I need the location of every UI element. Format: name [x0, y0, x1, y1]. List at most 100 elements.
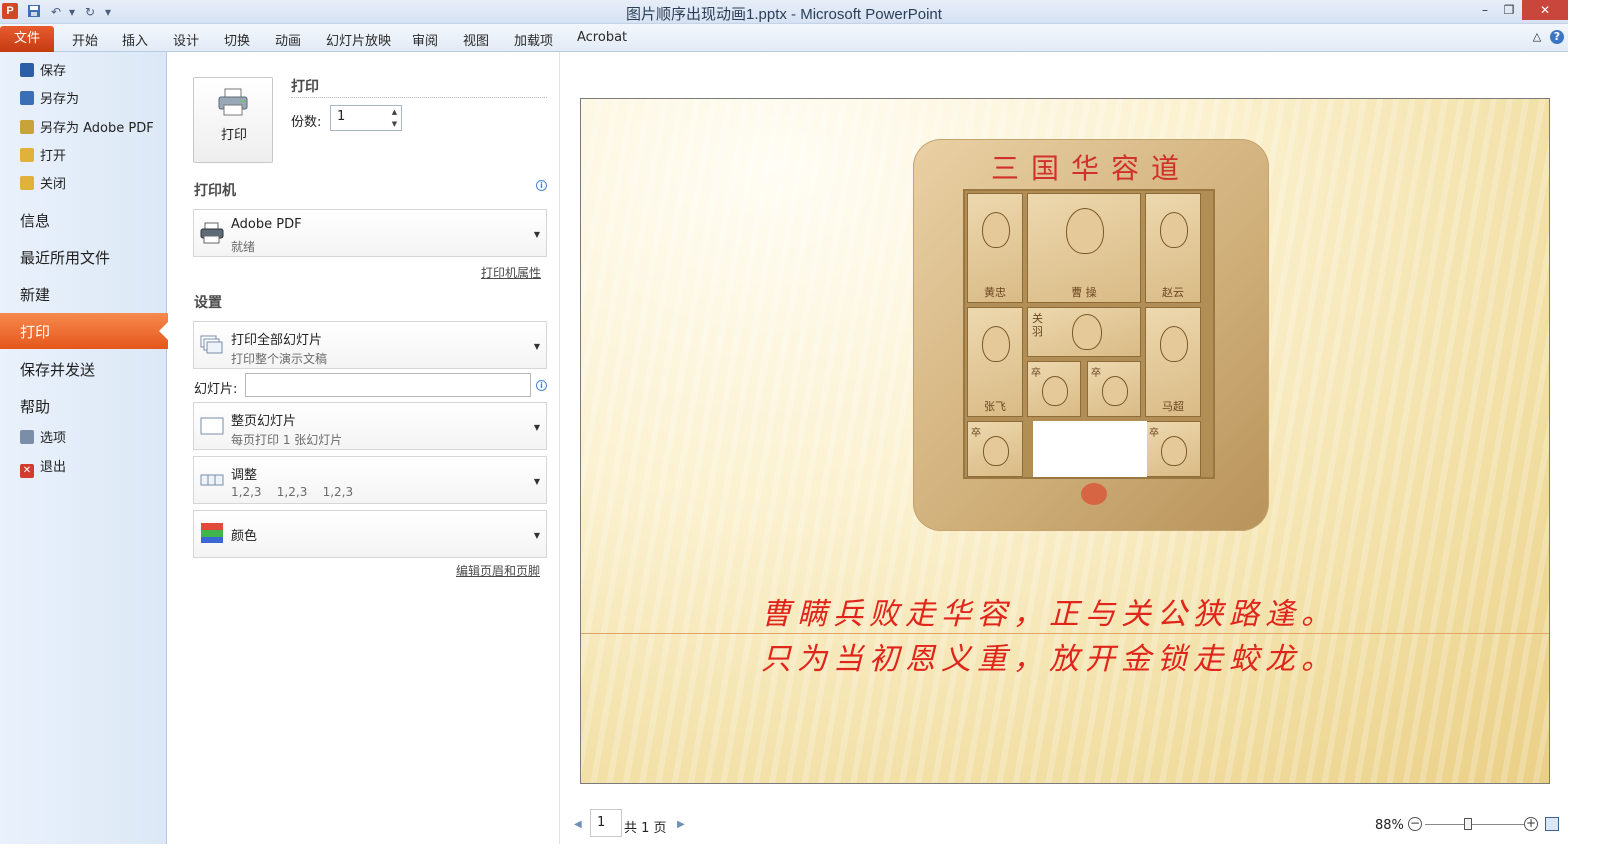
fit-to-window-icon[interactable]: [1545, 817, 1559, 831]
nav-item-label: 保存: [40, 64, 67, 79]
slide-preview: 三国华容道 黄忠 曹 操 赵云 张飞 关羽 马超 卒 卒 卒 卒 曹瞒兵败走华容…: [580, 98, 1550, 784]
edit-header-footer-link[interactable]: 编辑页眉和页脚: [456, 562, 540, 579]
piece-soldier: 卒: [1145, 421, 1201, 477]
nav-item-help[interactable]: 帮助: [20, 396, 50, 417]
nav-item-close[interactable]: 关闭: [20, 175, 66, 195]
print-preview: 三国华容道 黄忠 曹 操 赵云 张飞 关羽 马超 卒 卒 卒 卒 曹瞒兵败走华容…: [560, 52, 1568, 844]
tab-file[interactable]: 文件: [0, 26, 54, 52]
layout-dropdown[interactable]: 整页幻灯片 每页打印 1 张幻灯片 ▼: [193, 402, 547, 450]
tab-animations[interactable]: 动画: [275, 30, 301, 49]
print-range-dropdown[interactable]: 打印全部幻灯片 打印整个演示文稿 ▼: [193, 321, 547, 369]
zoom-slider[interactable]: [1425, 824, 1525, 825]
adobe-pdf-icon: [20, 120, 34, 134]
slides-input[interactable]: [245, 373, 531, 397]
printer-status: 就绪: [231, 240, 256, 254]
nav-item-new[interactable]: 新建: [20, 284, 50, 305]
title-bar: P ↶ ▾ ↻ ▾ 图片顺序出现动画1.pptx - Microsoft Pow…: [0, 0, 1568, 24]
previous-page-icon[interactable]: ◀: [574, 819, 582, 830]
piece-label: 张飞: [984, 400, 1006, 413]
print-range-sub: 打印整个演示文稿: [231, 352, 328, 366]
print-settings-panel: 打印 打印 份数: 1 ▲ ▼ 打印机 i Adobe PDF 就绪 ▼ 打印机属…: [168, 52, 560, 844]
ribbon-tab-bar: 文件 开始 插入 设计 切换 动画 幻灯片放映 审阅 视图 加载项 Acroba…: [0, 24, 1568, 52]
piece-huangzhong: 黄忠: [967, 193, 1023, 303]
collate-main: 调整: [231, 468, 258, 483]
zoom-out-icon[interactable]: −: [1408, 817, 1422, 831]
print-button-label: 打印: [220, 128, 247, 143]
info-icon[interactable]: i: [536, 180, 547, 191]
puzzle-board: 黄忠 曹 操 赵云 张飞 关羽 马超 卒 卒 卒 卒: [963, 189, 1215, 479]
help-icon[interactable]: ?: [1550, 30, 1564, 44]
color-dropdown[interactable]: 颜色 ▼: [193, 510, 547, 558]
next-page-icon[interactable]: ▶: [677, 819, 685, 830]
zoom-in-icon[interactable]: +: [1524, 817, 1538, 831]
dropdown-arrow-icon: ▼: [533, 230, 540, 239]
close-button[interactable]: ✕: [1522, 0, 1568, 20]
info-icon[interactable]: i: [536, 380, 547, 391]
page-number-input[interactable]: 1: [590, 809, 622, 837]
nav-item-save-as-pdf[interactable]: 另存为 Adobe PDF: [20, 119, 154, 139]
copies-spinner[interactable]: ▲ ▼: [388, 106, 401, 130]
exit-icon: ✕: [20, 464, 34, 478]
tab-design[interactable]: 设计: [173, 30, 199, 49]
minimize-ribbon-icon[interactable]: △: [1530, 30, 1544, 44]
piece-soldier: 卒: [967, 421, 1023, 477]
tab-home[interactable]: 开始: [72, 30, 98, 49]
dropdown-arrow-icon: ▼: [533, 477, 540, 486]
portrait-icon: [1161, 436, 1187, 466]
nav-item-save[interactable]: 保存: [20, 62, 66, 82]
piece-label: 卒: [971, 428, 981, 439]
piece-label: 马超: [1162, 400, 1184, 413]
piece-zhangfei: 张飞: [967, 307, 1023, 417]
piece-label: 曹 操: [1071, 286, 1097, 299]
nav-item-label: 选项: [40, 431, 67, 446]
piece-label: 卒: [1149, 428, 1159, 439]
nav-item-recent[interactable]: 最近所用文件: [20, 247, 110, 268]
collate-icon: [200, 474, 224, 486]
portrait-icon: [1160, 212, 1188, 248]
zoom-level[interactable]: 88%: [1375, 818, 1404, 833]
piece-label: 黄忠: [984, 286, 1006, 299]
tab-slideshow[interactable]: 幻灯片放映: [326, 30, 391, 49]
nav-item-save-as[interactable]: 另存为: [20, 90, 79, 110]
tab-insert[interactable]: 插入: [122, 30, 148, 49]
portrait-icon: [1102, 376, 1128, 406]
empty-slot: [1033, 421, 1147, 477]
nav-item-print[interactable]: 打印: [0, 313, 169, 349]
minimize-button[interactable]: –: [1474, 0, 1496, 20]
collate-sub: 1,2,3 1,2,3 1,2,3: [231, 485, 354, 499]
puzzle-title: 三国华容道: [990, 152, 1191, 185]
divider: [291, 97, 547, 98]
print-section-title: 打印: [291, 79, 319, 95]
close-folder-icon: [20, 176, 34, 190]
nav-item-exit[interactable]: ✕ 退出: [20, 458, 66, 478]
print-button[interactable]: 打印: [193, 77, 273, 163]
piece-zhaoyun: 赵云: [1145, 193, 1201, 303]
printer-icon: [200, 222, 224, 244]
piece-soldier: 卒: [1027, 361, 1081, 417]
nav-item-info[interactable]: 信息: [20, 210, 50, 231]
tab-transitions[interactable]: 切换: [224, 30, 250, 49]
open-folder-icon: [20, 148, 34, 162]
printer-properties-link[interactable]: 打印机属性: [481, 264, 541, 281]
nav-item-label: 另存为: [40, 92, 80, 107]
brand-logo-icon: [1081, 483, 1107, 505]
settings-section-title: 设置: [194, 295, 222, 311]
collate-dropdown[interactable]: 调整 1,2,3 1,2,3 1,2,3 ▼: [193, 456, 547, 504]
layout-main: 整页幻灯片: [231, 414, 297, 429]
nav-item-save-send[interactable]: 保存并发送: [20, 359, 95, 380]
portrait-icon: [982, 326, 1010, 362]
printer-name: Adobe PDF: [231, 217, 302, 232]
tab-addins[interactable]: 加载项: [514, 30, 553, 49]
printer-dropdown[interactable]: Adobe PDF 就绪 ▼: [193, 209, 547, 257]
tab-view[interactable]: 视图: [463, 30, 489, 49]
restore-button[interactable]: ❐: [1498, 0, 1520, 20]
tab-acrobat[interactable]: Acrobat: [577, 30, 627, 45]
slides-stack-icon: [200, 335, 223, 354]
nav-item-options[interactable]: 选项: [20, 429, 66, 449]
portrait-icon: [983, 436, 1009, 466]
backstage-nav: 保存 另存为 另存为 Adobe PDF 打开 关闭 信息 最近所用文件 新建 …: [0, 52, 169, 844]
poem-line-2: 只为当初恩义重，放开金锁走蛟龙。: [761, 642, 1337, 677]
tab-review[interactable]: 审阅: [412, 30, 438, 49]
nav-item-open[interactable]: 打开: [20, 147, 66, 167]
zoom-slider-thumb[interactable]: [1464, 818, 1472, 830]
